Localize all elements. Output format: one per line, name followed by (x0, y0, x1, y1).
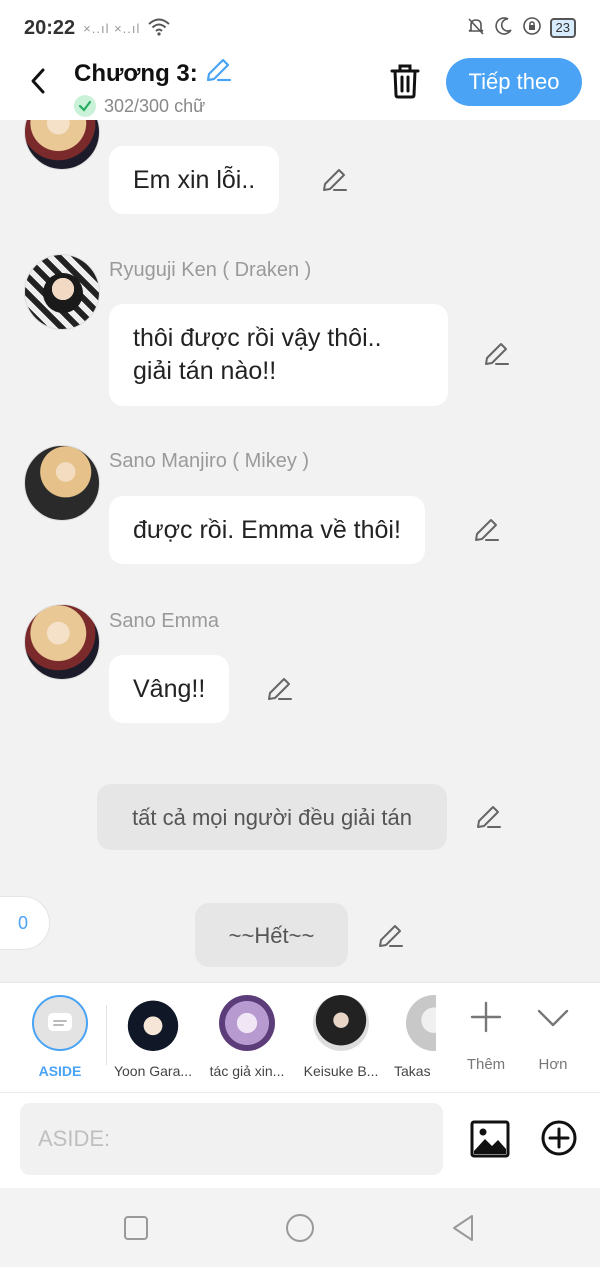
message-bubble[interactable]: thôi được rồi vậy thôi.. giải tán nào!! (109, 304, 448, 406)
character-yoon[interactable]: Yoon Gara... (108, 995, 198, 1079)
aside-avatar (32, 995, 88, 1051)
avatar[interactable] (24, 254, 100, 330)
message-line: giải tán nào!! (133, 357, 277, 385)
aside-bubble[interactable]: ~~Hết~~ (195, 903, 348, 967)
message-line: thôi được rồi vậy thôi.. (133, 324, 382, 352)
character-name: Yoon Gara... (113, 1063, 193, 1079)
message-bubble[interactable]: Em xin lỗi.. (109, 146, 280, 214)
character-name: ASIDE (38, 1063, 82, 1079)
next-button[interactable]: Tiếp theo (446, 58, 582, 106)
character-selector: ASIDE Yoon Gara... tác giả xin... Keisuk… (0, 982, 600, 1092)
chevron-left-icon (31, 68, 45, 94)
add-character-button[interactable]: Thêm (454, 997, 518, 1073)
character-aside[interactable]: ASIDE (15, 995, 105, 1079)
top-header: Chương 3: 302/300 chữ Tiếp theo (0, 56, 600, 120)
status-bar: 20:22 ×..ıl ×..ıl 23 (0, 0, 600, 56)
wifi-icon (148, 18, 171, 39)
avatar (219, 995, 275, 1051)
mute-bell-icon (466, 16, 486, 41)
back-icon[interactable] (448, 1212, 480, 1244)
add-label: Thêm (466, 1056, 506, 1073)
aside-bubble[interactable]: tất cả mọi người đều giải tán (97, 784, 447, 850)
trash-icon (390, 64, 420, 99)
check-icon (74, 95, 96, 117)
pencil-icon[interactable] (474, 803, 502, 831)
character-name: tác giả xin... (209, 1063, 285, 1079)
plus-circle-icon (541, 1120, 577, 1156)
insert-image-button[interactable] (470, 1119, 510, 1159)
avatar (313, 995, 369, 1051)
home-icon[interactable] (284, 1212, 316, 1244)
add-content-button[interactable] (540, 1119, 578, 1157)
divider (106, 1005, 107, 1065)
sender-name: Sano Emma (109, 610, 220, 632)
avatar[interactable] (24, 604, 100, 680)
delete-button[interactable] (388, 62, 422, 100)
pencil-icon[interactable] (265, 675, 293, 703)
chat-area[interactable]: Em xin lỗi.. Ryuguji Ken ( Draken ) thôi… (0, 120, 600, 982)
character-name: Takas (394, 1063, 431, 1079)
avatar (125, 995, 181, 1051)
sender-name: Ryuguji Ken ( Draken ) (109, 259, 312, 281)
battery-indicator: 23 (549, 18, 576, 38)
pencil-icon[interactable] (320, 166, 348, 194)
back-button[interactable] (22, 64, 56, 98)
message-input[interactable] (20, 1103, 443, 1175)
signal-icon: ×..ıl ×..ıl (83, 20, 141, 36)
character-tac-gia[interactable]: tác giả xin... (202, 995, 292, 1079)
expand-button[interactable]: Hơn (521, 997, 585, 1073)
character-keisuke[interactable]: Keisuke B... (296, 995, 386, 1079)
image-icon (470, 1120, 510, 1158)
recents-icon[interactable] (120, 1212, 152, 1244)
chat-bubble-icon (48, 1013, 72, 1031)
rotation-lock-icon (522, 16, 542, 41)
character-takas[interactable]: Takas (390, 995, 436, 1079)
plus-icon (470, 1001, 502, 1033)
sender-name: Sano Manjiro ( Mikey ) (109, 450, 310, 472)
edit-title-button[interactable] (204, 56, 232, 91)
word-count: 302/300 chữ (104, 95, 206, 116)
pencil-icon[interactable] (376, 922, 404, 950)
expand-label: Hơn (538, 1056, 568, 1073)
comment-counter[interactable]: 0 (0, 896, 50, 950)
input-bar (0, 1092, 600, 1188)
chapter-title: Chương 3: (74, 59, 198, 87)
system-nav-bar (0, 1188, 600, 1267)
chapter-title-area: Chương 3: 302/300 chữ (74, 56, 232, 117)
chevron-down-icon (537, 1009, 569, 1027)
moon-icon (494, 16, 514, 41)
message-bubble[interactable]: Vâng!! (109, 655, 230, 723)
status-time: 20:22 (24, 16, 76, 39)
message-bubble[interactable]: được rồi. Emma về thôi! (109, 496, 425, 564)
avatar[interactable] (24, 120, 100, 170)
pencil-icon (206, 58, 231, 82)
avatar[interactable] (24, 445, 100, 521)
pencil-icon[interactable] (472, 516, 500, 544)
pencil-icon[interactable] (482, 340, 510, 368)
character-name: Keisuke B... (303, 1063, 379, 1079)
avatar (406, 995, 436, 1051)
